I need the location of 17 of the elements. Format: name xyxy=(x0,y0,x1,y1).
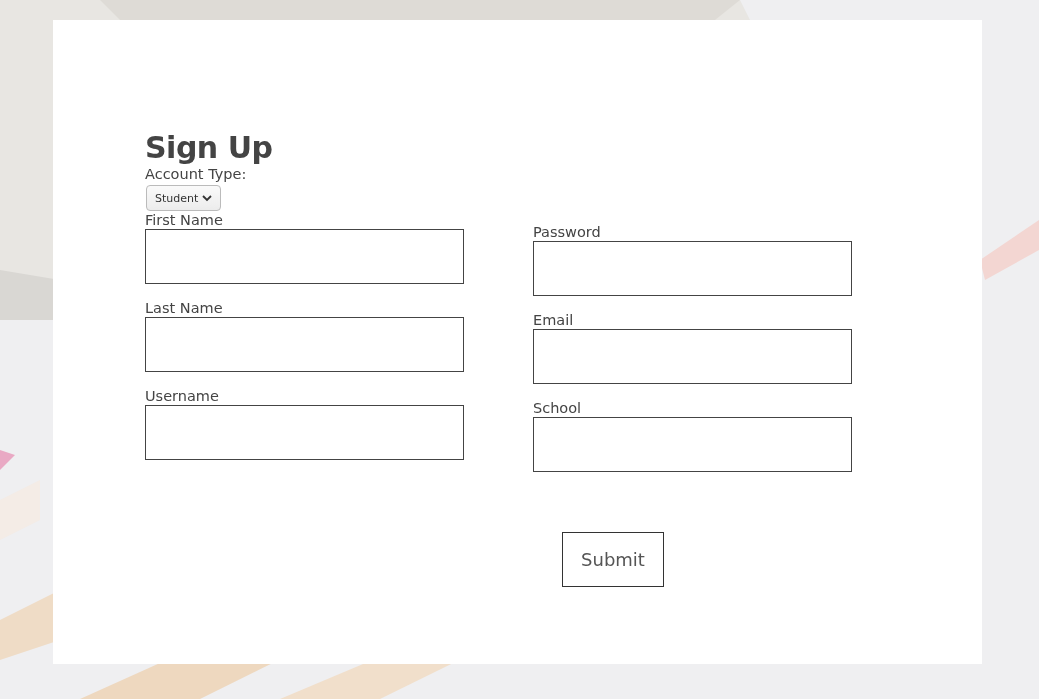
field-label: First Name xyxy=(145,212,224,229)
form-title: Sign Up xyxy=(145,130,274,166)
text-field[interactable] xyxy=(145,317,464,372)
text-field[interactable] xyxy=(145,405,464,460)
account-type-dropdown[interactable]: Student xyxy=(146,185,222,211)
field-label: Last Name xyxy=(145,300,224,317)
field-label: Username xyxy=(145,388,220,405)
text-field[interactable] xyxy=(533,329,852,384)
field-label: Email xyxy=(533,312,575,329)
text-field[interactable] xyxy=(533,241,852,296)
field-label: School xyxy=(533,400,583,417)
field-label: Account Type: xyxy=(145,166,248,183)
submit-button[interactable]: Submit xyxy=(562,532,664,587)
text-field[interactable] xyxy=(533,417,852,472)
text-field[interactable] xyxy=(145,229,464,284)
chevron-down-icon xyxy=(202,194,213,202)
field-label: Password xyxy=(533,224,602,241)
